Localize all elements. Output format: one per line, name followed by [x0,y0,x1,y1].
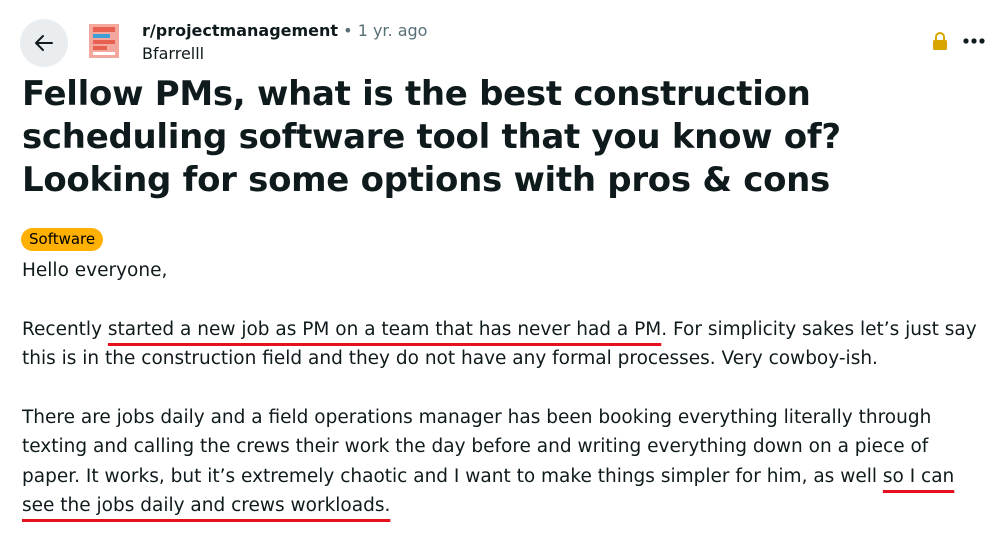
underlined-text: started a new job as PM on a team that h… [107,318,662,340]
more-options-icon [963,38,985,44]
post-body: Hello everyone, Recently started a new j… [22,256,992,550]
more-options-button[interactable] [960,26,988,56]
post-title[interactable]: Fellow PMs, what is the best constructio… [22,73,992,202]
lock-icon [933,32,947,50]
body-paragraph: Hello everyone, [22,260,168,281]
back-arrow-icon [35,35,53,51]
body-text: There are jobs daily and a field operati… [22,406,932,487]
subreddit-icon[interactable] [88,23,120,59]
meta-line: r/projectmanagement • 1 yr. ago [142,19,427,43]
post-meta: r/projectmanagement • 1 yr. ago Bfarrell… [142,19,427,65]
post-flair[interactable]: Software [21,228,104,251]
separator-dot: • [343,21,353,40]
back-button[interactable] [20,19,68,67]
post-page: r/projectmanagement • 1 yr. ago Bfarrell… [0,0,1000,535]
subreddit-link[interactable]: r/projectmanagement [142,21,338,40]
body-paragraph: There are jobs daily and a field operati… [22,403,992,521]
author-link[interactable]: Bfarrelll [142,43,427,65]
body-text: Recently [22,318,108,340]
post-age: 1 yr. ago [357,21,428,40]
body-paragraph: Recently started a new job as PM on a te… [22,315,992,374]
